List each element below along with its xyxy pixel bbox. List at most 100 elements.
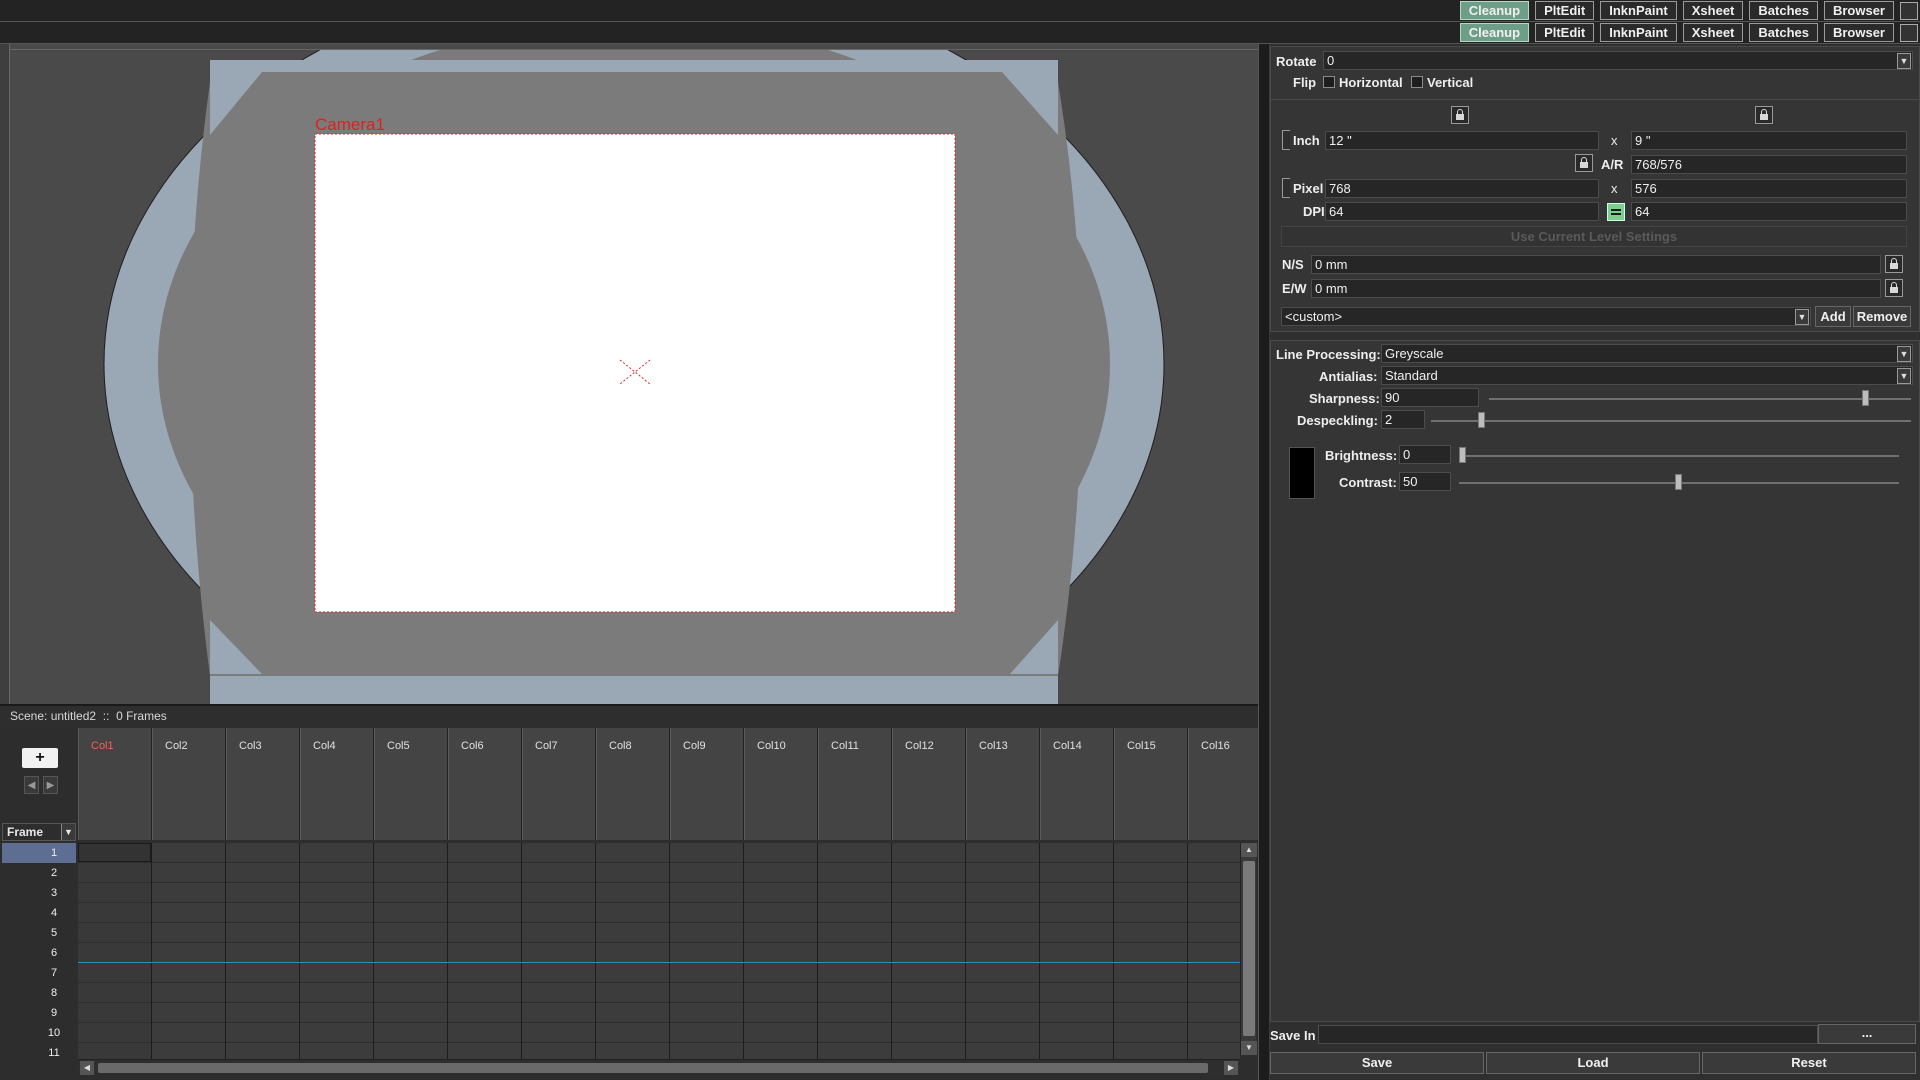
scroll-right-icon[interactable]: ▶	[1224, 1061, 1238, 1075]
reset-button[interactable]: Reset	[1702, 1052, 1916, 1074]
room-tab-browser-2[interactable]: Browser	[1823, 23, 1894, 42]
column-header[interactable]: Col9	[670, 728, 744, 840]
next-arrow-icon[interactable]: ▶	[43, 776, 58, 794]
contrast-slider-handle[interactable]	[1675, 474, 1682, 490]
scroll-left-icon[interactable]: ◀	[80, 1061, 94, 1075]
lock-ns-icon[interactable]	[1885, 255, 1903, 273]
frame-row[interactable]: 9	[2, 1003, 76, 1023]
inch-height-field[interactable]: 9 "	[1631, 131, 1907, 150]
cell-column[interactable]	[744, 843, 818, 1059]
frame-row[interactable]: 11	[2, 1043, 76, 1063]
sharpness-slider[interactable]	[1489, 390, 1911, 406]
pixel-width-field[interactable]: 768	[1325, 179, 1599, 198]
dpi-y-field[interactable]: 64	[1631, 202, 1907, 221]
load-button[interactable]: Load	[1486, 1052, 1700, 1074]
despeckling-slider[interactable]	[1431, 412, 1911, 428]
save-in-field[interactable]	[1318, 1025, 1818, 1044]
inch-width-field[interactable]: 12 "	[1325, 131, 1599, 150]
column-header[interactable]: Col13	[966, 728, 1040, 840]
color-swatch[interactable]	[1289, 447, 1315, 499]
cell-column[interactable]	[670, 843, 744, 1059]
flip-vertical-checkbox[interactable]	[1411, 76, 1423, 88]
use-current-level-settings-button[interactable]: Use Current Level Settings	[1281, 226, 1907, 247]
pixel-height-field[interactable]: 576	[1631, 179, 1907, 198]
room-tab-browser[interactable]: Browser	[1823, 1, 1894, 20]
xsheet-cell-grid[interactable]	[78, 843, 1240, 1059]
room-tab-inknpaint[interactable]: InknPaint	[1600, 1, 1677, 20]
column-header[interactable]: Col4	[300, 728, 374, 840]
new-column-button[interactable]: +	[22, 748, 58, 768]
contrast-field[interactable]: 50	[1399, 472, 1451, 491]
lock-ar-icon[interactable]	[1575, 154, 1593, 172]
column-header[interactable]: Col16	[1188, 728, 1262, 840]
camera-preset-select[interactable]: <custom>	[1281, 307, 1811, 326]
room-tab-pltedit[interactable]: PltEdit	[1535, 1, 1595, 20]
camera-viewer[interactable]: Camera1	[0, 44, 1258, 704]
remove-preset-button[interactable]: Remove	[1853, 306, 1911, 327]
ns-field[interactable]: 0 mm	[1311, 255, 1881, 274]
frame-row[interactable]: 2	[2, 863, 76, 883]
room-tab-pltedit-2[interactable]: PltEdit	[1535, 23, 1595, 42]
lock-width-icon[interactable]	[1451, 106, 1469, 124]
cell-column[interactable]	[374, 843, 448, 1059]
lock-ew-icon[interactable]	[1885, 279, 1903, 297]
column-header[interactable]: Col14	[1040, 728, 1114, 840]
room-tab-batches[interactable]: Batches	[1749, 1, 1818, 20]
line-processing-dropdown-icon[interactable]: ▼	[1897, 346, 1911, 362]
cell-column[interactable]	[78, 843, 152, 1059]
preset-dropdown-icon[interactable]: ▼	[1795, 309, 1809, 325]
column-header[interactable]: Col5	[374, 728, 448, 840]
lock-height-icon[interactable]	[1755, 106, 1773, 124]
frame-row[interactable]: 7	[2, 963, 76, 983]
cell-column[interactable]	[892, 843, 966, 1059]
brightness-slider-handle[interactable]	[1459, 447, 1466, 463]
room-tab-cleanup[interactable]: Cleanup	[1459, 1, 1530, 20]
flip-horizontal-checkbox[interactable]	[1323, 76, 1335, 88]
frame-row[interactable]: 8	[2, 983, 76, 1003]
cell-column[interactable]	[966, 843, 1040, 1059]
column-header[interactable]: Col10	[744, 728, 818, 840]
room-tab-cleanup-2[interactable]: Cleanup	[1459, 23, 1530, 42]
inch-link-icon[interactable]	[1282, 130, 1290, 150]
room-lock-icon[interactable]	[1900, 2, 1918, 20]
dpi-equal-icon[interactable]	[1607, 203, 1625, 221]
frame-row[interactable]: 5	[2, 923, 76, 943]
selected-cell[interactable]	[78, 843, 151, 862]
contrast-slider[interactable]	[1459, 474, 1899, 490]
viewer-canvas[interactable]: Camera1	[10, 50, 1258, 704]
rotate-select[interactable]: 0	[1323, 51, 1913, 70]
column-header[interactable]: Col7	[522, 728, 596, 840]
cell-column[interactable]	[300, 843, 374, 1059]
vertical-scroll-thumb[interactable]	[1243, 861, 1255, 1036]
column-header[interactable]: Col1	[78, 728, 152, 840]
column-header[interactable]: Col2	[152, 728, 226, 840]
column-header[interactable]: Col12	[892, 728, 966, 840]
column-header[interactable]: Col8	[596, 728, 670, 840]
cell-column[interactable]	[226, 843, 300, 1059]
cell-column[interactable]	[818, 843, 892, 1059]
room-tab-xsheet[interactable]: Xsheet	[1682, 1, 1744, 20]
cell-column[interactable]	[596, 843, 670, 1059]
antialias-dropdown-icon[interactable]: ▼	[1897, 368, 1911, 384]
cell-column[interactable]	[522, 843, 596, 1059]
frame-row[interactable]: 4	[2, 903, 76, 923]
brightness-slider[interactable]	[1459, 447, 1899, 463]
column-header[interactable]: Col15	[1114, 728, 1188, 840]
frame-row[interactable]: 10	[2, 1023, 76, 1043]
horizontal-scroll-thumb[interactable]	[98, 1063, 1208, 1073]
save-button[interactable]: Save	[1270, 1052, 1484, 1074]
scroll-down-icon[interactable]: ▼	[1241, 1041, 1257, 1055]
xsheet-horizontal-scrollbar[interactable]: ◀ ▶	[78, 1059, 1240, 1075]
ar-field[interactable]: 768/576	[1631, 155, 1907, 174]
rotate-dropdown-icon[interactable]: ▼	[1897, 53, 1911, 69]
despeckling-slider-handle[interactable]	[1478, 412, 1485, 428]
prev-arrow-icon[interactable]: ◀	[24, 776, 39, 794]
ruler-left[interactable]	[0, 44, 10, 704]
cell-column[interactable]	[1114, 843, 1188, 1059]
panel-separator[interactable]	[1258, 44, 1270, 1080]
pixel-link-icon[interactable]	[1282, 178, 1290, 198]
room-tab-batches-2[interactable]: Batches	[1749, 23, 1818, 42]
ew-field[interactable]: 0 mm	[1311, 279, 1881, 298]
despeckling-field[interactable]: 2	[1381, 410, 1425, 429]
cell-column[interactable]	[448, 843, 522, 1059]
